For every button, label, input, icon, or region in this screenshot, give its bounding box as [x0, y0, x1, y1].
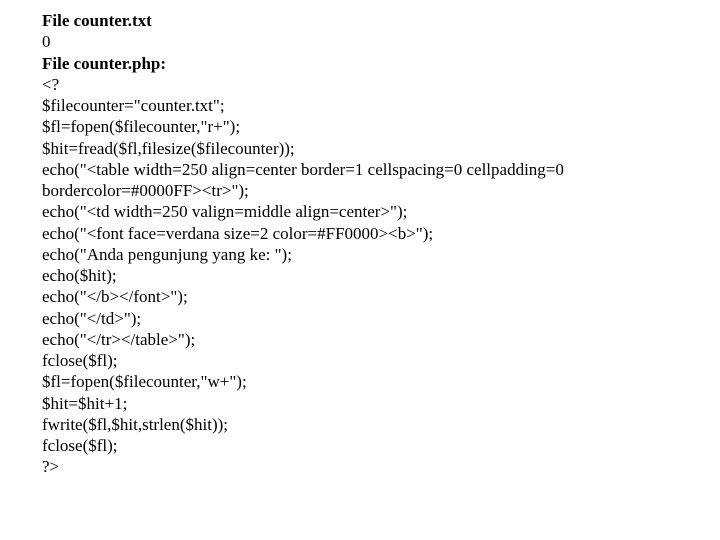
code-line-19: fclose($fl); — [42, 435, 682, 456]
code-line-7: echo("<table width=250 align=center bord… — [42, 159, 682, 202]
code-line-9: echo("<font face=verdana size=2 color=#F… — [42, 223, 682, 244]
code-line-1: 0 — [42, 31, 682, 52]
code-line-16: $fl=fopen($filecounter,"w+"); — [42, 371, 682, 392]
code-line-4: $filecounter="counter.txt"; — [42, 95, 682, 116]
code-line-17: $hit=$hit+1; — [42, 393, 682, 414]
code-line-20: ?> — [42, 456, 682, 477]
code-line-18: fwrite($fl,$hit,strlen($hit)); — [42, 414, 682, 435]
code-line-11: echo($hit); — [42, 265, 682, 286]
code-line-15: fclose($fl); — [42, 350, 682, 371]
code-line-0: File counter.txt — [42, 10, 682, 31]
code-line-8: echo("<td width=250 valign=middle align=… — [42, 201, 682, 222]
code-line-12: echo("</b></font>"); — [42, 286, 682, 307]
code-line-2: File counter.php: — [42, 53, 682, 74]
code-line-13: echo("</td>"); — [42, 308, 682, 329]
code-line-6: $hit=fread($fl,filesize($filecounter)); — [42, 138, 682, 159]
code-line-5: $fl=fopen($filecounter,"r+"); — [42, 116, 682, 137]
code-line-14: echo("</tr></table>"); — [42, 329, 682, 350]
code-line-10: echo("Anda pengunjung yang ke: "); — [42, 244, 682, 265]
code-line-3: <? — [42, 74, 682, 95]
code-listing: File counter.txt0File counter.php:<?$fil… — [0, 0, 682, 478]
